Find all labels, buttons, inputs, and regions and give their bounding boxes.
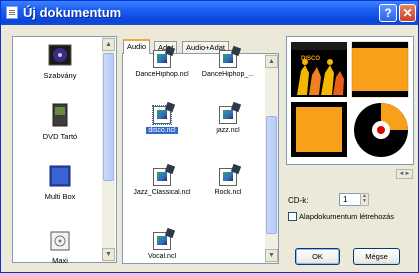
template-scrollbar[interactable]: ▲ ▼ (102, 37, 115, 262)
base-document-label: Alapdokumentum létrehozás (299, 212, 395, 221)
file-item[interactable]: Jazz_Classical.ncl (125, 168, 199, 196)
preview-image: DISCO (291, 41, 409, 157)
scroll-thumb[interactable] (103, 53, 114, 181)
cancel-button[interactable]: Mégse (353, 248, 400, 265)
file-label: jazz.ncl (216, 127, 240, 134)
template-item-dvd[interactable]: DVD Tartó (17, 103, 103, 141)
file-item[interactable]: Vocal.ncl (125, 232, 199, 260)
file-item[interactable]: jazz.ncl (191, 106, 265, 134)
template-file-icon (219, 106, 237, 124)
scroll-up-icon[interactable]: ▲ (102, 38, 115, 51)
template-file-icon (153, 50, 171, 68)
scroll-down-icon[interactable]: ▼ (102, 248, 115, 261)
template-item-maxi[interactable]: Maxi (17, 231, 103, 265)
file-label: Rock.ncl (214, 189, 242, 196)
file-label: disco.ncl (146, 127, 178, 134)
template-list[interactable]: Szabvány DVD Tartó Multi Box Maxi ▲ ▼ (12, 36, 117, 265)
file-item-selected[interactable]: disco.ncl (125, 105, 199, 136)
preview-nav-icon[interactable]: ◄► (396, 169, 413, 179)
cd-count-input[interactable]: 1 (339, 193, 361, 206)
template-file-icon (152, 105, 172, 125)
file-label: DanceHiphop_... (201, 71, 255, 78)
file-list[interactable]: DanceHiphop.ncl DanceHiphop_... disco.nc… (122, 50, 279, 264)
help-button[interactable]: ? (379, 4, 397, 22)
template-file-icon (153, 168, 171, 186)
file-scrollbar[interactable]: ▲ ▼ (265, 54, 278, 263)
dvd-case-icon (52, 103, 68, 127)
template-label: Szabvány (43, 71, 77, 80)
file-label: DanceHiphop.ncl (135, 71, 189, 78)
base-document-checkbox[interactable] (288, 212, 297, 221)
template-label: Maxi (52, 256, 68, 265)
maxi-case-icon (50, 231, 70, 251)
file-item[interactable]: DanceHiphop.ncl (125, 50, 199, 78)
template-file-icon (219, 50, 237, 68)
template-file-icon (219, 168, 237, 186)
template-item-standard[interactable]: Szabvány (17, 44, 103, 80)
file-item[interactable]: Rock.ncl (191, 168, 265, 196)
scroll-thumb[interactable] (266, 116, 277, 234)
cd-count-label: CD-k: (288, 196, 309, 205)
ok-button[interactable]: OK (295, 248, 340, 265)
window-title: Új dokumentum (23, 5, 122, 20)
file-item[interactable]: DanceHiphop_... (191, 50, 265, 78)
template-preview: DISCO (286, 36, 414, 165)
scroll-up-icon[interactable]: ▲ (265, 55, 278, 68)
new-document-dialog: Új dokumentum ? ✕ Szabvány DVD Tartó Mul… (0, 0, 419, 273)
file-label: Jazz_Classical.ncl (133, 189, 191, 196)
template-item-multibox[interactable]: Multi Box (17, 165, 103, 201)
file-label: Vocal.ncl (147, 253, 177, 260)
close-button[interactable]: ✕ (399, 4, 416, 22)
document-icon (6, 6, 18, 19)
scroll-down-icon[interactable]: ▼ (265, 249, 278, 262)
title-bar[interactable]: Új dokumentum ? ✕ (1, 1, 418, 25)
template-label: Multi Box (44, 192, 76, 201)
cd-disc-icon (48, 44, 72, 66)
multi-box-icon (49, 165, 71, 187)
template-file-icon (153, 232, 171, 250)
template-label: DVD Tartó (42, 132, 78, 141)
tab-audio[interactable]: Audio (123, 39, 151, 54)
cd-count-stepper[interactable]: ▲ ▼ (360, 193, 369, 206)
